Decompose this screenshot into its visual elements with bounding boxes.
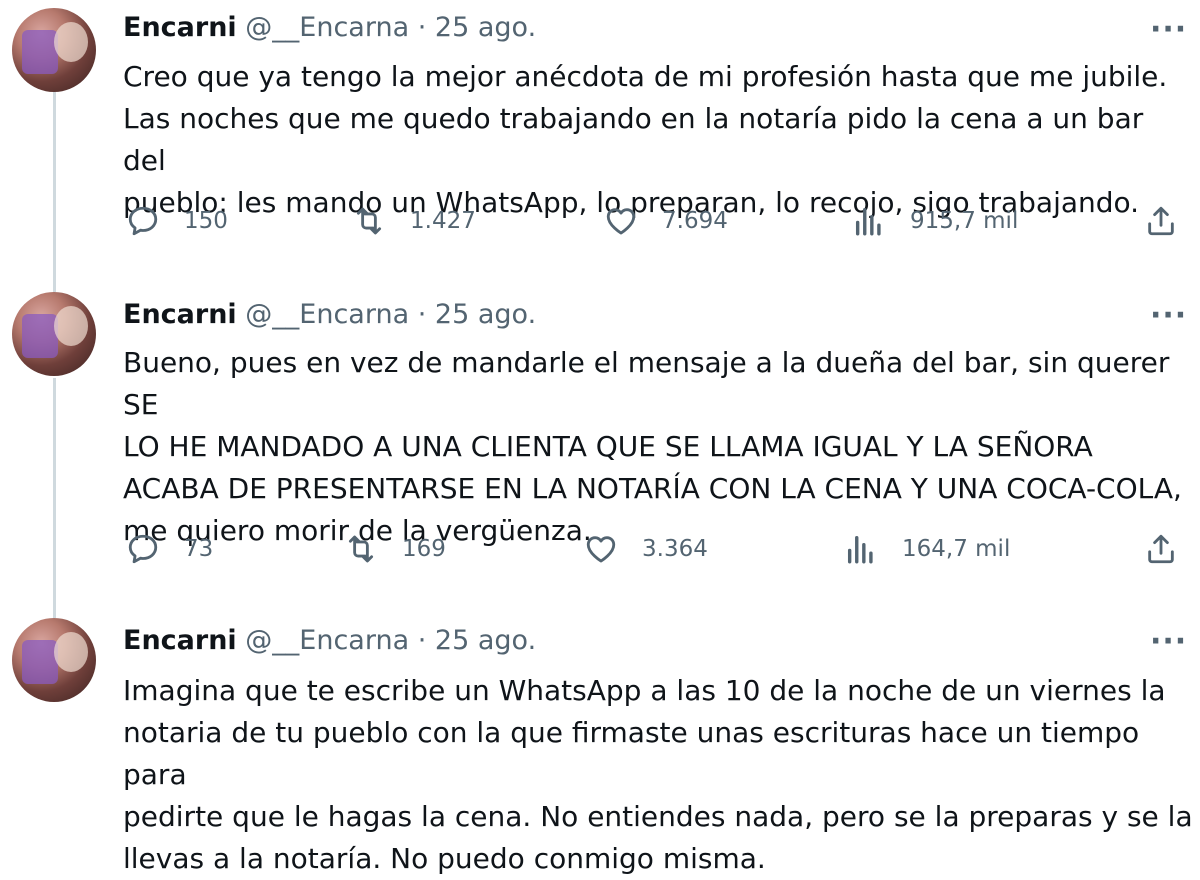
views-count: 915,7 mil xyxy=(910,208,1019,234)
views-icon xyxy=(847,535,873,564)
thread-line xyxy=(53,92,56,292)
views-button[interactable]: 915,7 mil xyxy=(852,204,1018,238)
user-handle[interactable]: @__Encarna xyxy=(245,625,409,656)
tweet-date[interactable]: 25 ago. xyxy=(435,625,536,656)
more-icon[interactable]: ··· xyxy=(1150,301,1187,331)
tweet-thread: Encarni @__Encarna · 25 ago. ··· Creo qu… xyxy=(0,0,1200,875)
display-name[interactable]: Encarni xyxy=(123,299,237,330)
avatar[interactable] xyxy=(12,8,96,92)
more-icon[interactable]: ··· xyxy=(1150,15,1187,45)
separator: · xyxy=(417,299,427,330)
views-icon xyxy=(855,207,881,236)
tweet-header: Encarni @__Encarna · 25 ago. xyxy=(123,11,536,45)
retweet-count: 169 xyxy=(402,536,446,562)
more-icon[interactable]: ··· xyxy=(1150,627,1187,657)
tweet-actions: 150 1.427 7.694 915,7 mil xyxy=(0,204,1200,244)
like-button[interactable]: 3.364 xyxy=(584,532,708,566)
user-handle[interactable]: @__Encarna xyxy=(245,12,409,43)
user-handle[interactable]: @__Encarna xyxy=(245,299,409,330)
tweet-actions: 73 169 3.364 164,7 mil xyxy=(0,532,1200,572)
heart-icon xyxy=(606,208,636,235)
tweet-date[interactable]: 25 ago. xyxy=(435,12,536,43)
tweet-text: Bueno, pues en vez de mandarle el mensaj… xyxy=(123,346,1182,547)
like-count: 3.364 xyxy=(642,536,708,562)
share-icon xyxy=(1148,206,1174,236)
reply-button[interactable]: 73 xyxy=(126,532,213,566)
tweet-text: Creo que ya tengo la mejor anécdota de m… xyxy=(123,60,1168,219)
reply-button[interactable]: 150 xyxy=(126,204,228,238)
separator: · xyxy=(417,12,427,43)
retweet-count: 1.427 xyxy=(410,208,476,234)
separator: · xyxy=(417,625,427,656)
reply-count: 150 xyxy=(184,208,228,234)
tweet-text: Imagina que te escribe un WhatsApp a las… xyxy=(123,674,1193,875)
retweet-button[interactable]: 1.427 xyxy=(352,204,476,238)
tweet-header: Encarni @__Encarna · 25 ago. xyxy=(123,298,536,332)
thread-line xyxy=(53,378,56,618)
like-button[interactable]: 7.694 xyxy=(604,204,728,238)
tweet-header: Encarni @__Encarna · 25 ago. xyxy=(123,624,536,658)
avatar[interactable] xyxy=(12,292,96,376)
retweet-button[interactable]: 169 xyxy=(344,532,446,566)
views-count: 164,7 mil xyxy=(902,536,1011,562)
share-button[interactable] xyxy=(1144,532,1178,570)
share-button[interactable] xyxy=(1144,204,1178,242)
tweet-date[interactable]: 25 ago. xyxy=(435,299,536,330)
reply-icon xyxy=(128,206,158,236)
avatar[interactable] xyxy=(12,618,96,702)
like-count: 7.694 xyxy=(662,208,728,234)
views-button[interactable]: 164,7 mil xyxy=(844,532,1010,566)
display-name[interactable]: Encarni xyxy=(123,12,237,43)
reply-count: 73 xyxy=(184,536,214,562)
display-name[interactable]: Encarni xyxy=(123,625,237,656)
retweet-icon xyxy=(348,535,374,563)
reply-icon xyxy=(128,534,158,564)
heart-icon xyxy=(586,536,616,563)
share-icon xyxy=(1148,534,1174,564)
retweet-icon xyxy=(356,207,382,235)
